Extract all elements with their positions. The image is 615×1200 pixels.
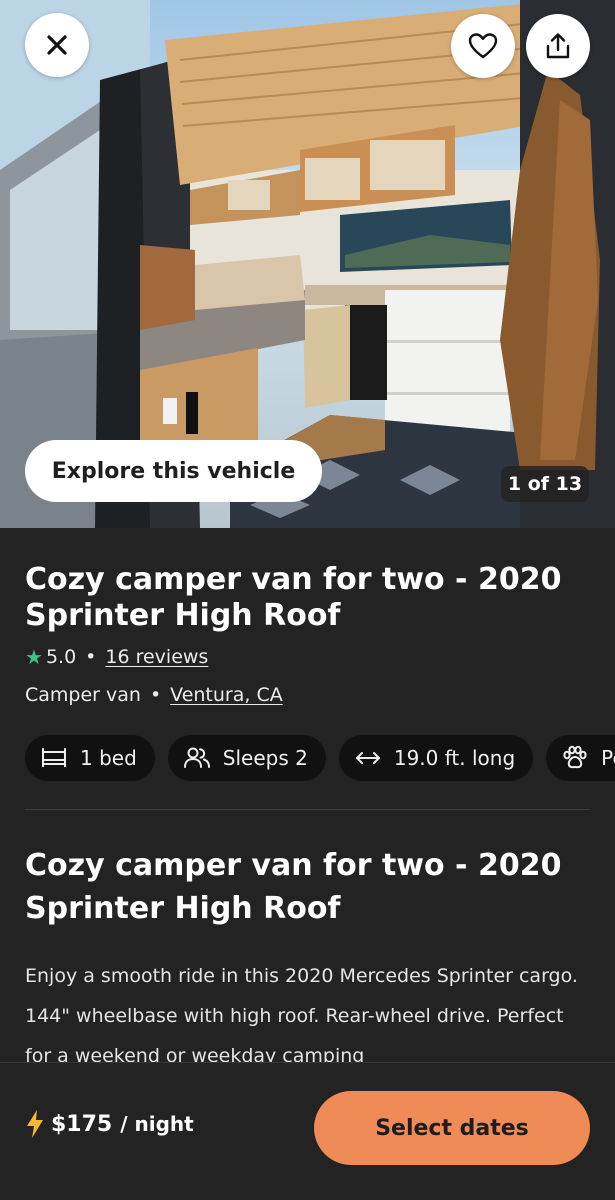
reviews-link[interactable]: 16 reviews bbox=[105, 646, 208, 668]
feature-label: 1 bed bbox=[80, 746, 137, 770]
feature-label: Sleeps 2 bbox=[222, 746, 308, 770]
photo-counter: 1 of 13 bbox=[501, 466, 589, 502]
length-arrows-icon bbox=[355, 752, 380, 764]
price-display: $175 / night bbox=[25, 1109, 194, 1139]
booking-bar: $175 / night Select dates bbox=[0, 1062, 615, 1200]
select-dates-button[interactable]: Select dates bbox=[314, 1091, 590, 1165]
share-button[interactable] bbox=[526, 14, 590, 78]
feature-chip-pets[interactable]: Pe bbox=[546, 735, 615, 781]
lightning-icon bbox=[27, 1110, 43, 1138]
description-text: Enjoy a smooth ride in this 2020 Mercede… bbox=[25, 965, 578, 1067]
rating-row: ★ 5.0 • 16 reviews bbox=[25, 645, 208, 669]
vehicle-type: Camper van bbox=[25, 684, 141, 706]
separator-dot: • bbox=[85, 646, 97, 668]
vehicle-type-row: Camper van • Ventura, CA bbox=[25, 684, 283, 706]
heart-icon bbox=[468, 33, 498, 59]
rating-value: 5.0 bbox=[45, 646, 77, 668]
feature-label: Pe bbox=[601, 746, 615, 770]
feature-chip-length[interactable]: 19.0 ft. long bbox=[338, 735, 534, 781]
explore-vehicle-button[interactable]: Explore this vehicle bbox=[25, 440, 322, 502]
price-amount: $175 bbox=[51, 1111, 113, 1137]
share-icon bbox=[546, 33, 570, 59]
bed-icon bbox=[42, 748, 66, 767]
star-icon: ★ bbox=[25, 645, 43, 669]
people-icon bbox=[183, 747, 210, 768]
location-link[interactable]: Ventura, CA bbox=[170, 684, 283, 706]
favorite-button[interactable] bbox=[451, 14, 515, 78]
feature-chip-sleeps[interactable]: Sleeps 2 bbox=[167, 735, 326, 781]
separator-dot: • bbox=[149, 684, 162, 706]
feature-label: 19.0 ft. long bbox=[393, 746, 516, 770]
close-button[interactable] bbox=[25, 13, 89, 77]
description-title: Cozy camper van for two - 2020 Sprinter … bbox=[25, 848, 562, 926]
vehicle-photo[interactable]: Explore this vehicle 1 of 13 bbox=[0, 0, 615, 528]
feature-chip-bed[interactable]: 1 bed bbox=[25, 735, 155, 781]
paw-icon bbox=[563, 745, 587, 769]
listing-title: Cozy camper van for two - 2020 Sprinter … bbox=[25, 562, 562, 633]
divider bbox=[25, 809, 590, 810]
feature-chips: 1 bed Sleeps 2 19.0 ft. long Pe bbox=[25, 735, 615, 781]
price-unit: / night bbox=[120, 1112, 194, 1136]
close-icon bbox=[47, 35, 67, 55]
